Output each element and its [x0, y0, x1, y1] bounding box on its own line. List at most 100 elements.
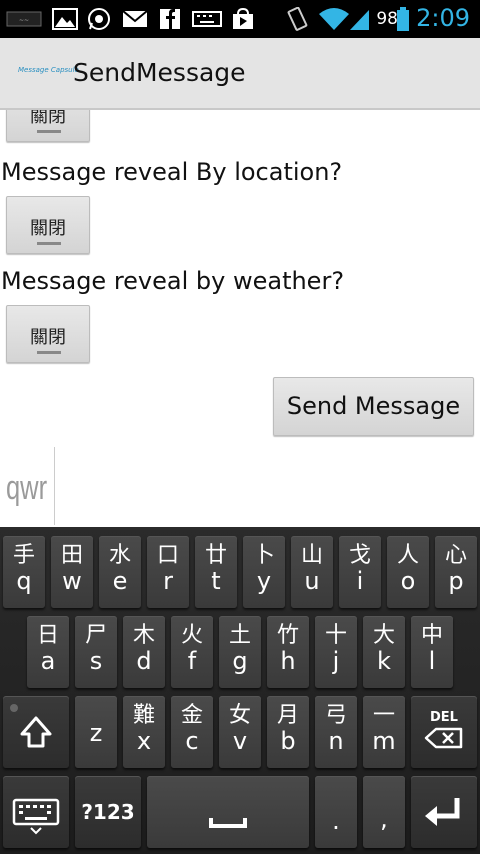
- gmail-icon: [122, 10, 148, 27]
- key-letter: t: [211, 567, 221, 595]
- enter-key[interactable]: [411, 776, 477, 848]
- key-q[interactable]: 手q: [3, 536, 45, 608]
- clock: 2:09: [416, 4, 470, 32]
- key-letter: a: [40, 647, 56, 675]
- delete-key[interactable]: DEL: [411, 696, 477, 768]
- key-radical: 十: [324, 623, 347, 648]
- facebook-icon: [160, 9, 180, 29]
- key-l[interactable]: 中l: [411, 616, 453, 688]
- weather-question: Message reveal by weather?: [1, 267, 345, 295]
- key-radical: 大: [372, 623, 395, 648]
- key-w[interactable]: 田w: [51, 536, 93, 608]
- key-letter: v: [232, 727, 248, 755]
- app-icon: ~~: [6, 11, 42, 27]
- period-key[interactable]: .: [315, 776, 357, 848]
- key-letter: u: [304, 567, 320, 595]
- key-radical: 戈: [348, 543, 371, 568]
- page-title: SendMessage: [73, 58, 246, 87]
- key-radical: 火: [180, 623, 203, 648]
- key-letter: f: [187, 647, 197, 675]
- key-letter: s: [89, 647, 103, 675]
- comma-label: ,: [380, 805, 388, 833]
- key-c[interactable]: 金c: [171, 696, 213, 768]
- key-v[interactable]: 女v: [219, 696, 261, 768]
- battery-icon: [397, 7, 409, 31]
- key-i[interactable]: 戈i: [339, 536, 381, 608]
- key-letter: g: [232, 647, 248, 675]
- key-letter: n: [328, 727, 344, 755]
- key-y[interactable]: 卜y: [243, 536, 285, 608]
- key-radical: 尸: [84, 623, 107, 648]
- key-b[interactable]: 月b: [267, 696, 309, 768]
- key-n[interactable]: 弓n: [315, 696, 357, 768]
- key-u[interactable]: 山u: [291, 536, 333, 608]
- key-letter: z: [89, 719, 103, 747]
- key-radical: 山: [300, 543, 323, 568]
- symbols-key[interactable]: ?123: [75, 776, 141, 848]
- soft-keyboard: 手q 田w 水e 口r 廿t 卜y 山u 戈i 人o 心p 日a 尸s 木d 火…: [0, 527, 480, 854]
- toggle-indicator: [37, 242, 61, 245]
- key-p[interactable]: 心p: [435, 536, 477, 608]
- keyboard-settings-key[interactable]: [3, 776, 69, 848]
- toggle-label: 關閉: [30, 218, 66, 239]
- image-icon: [52, 8, 78, 30]
- key-letter: e: [112, 567, 128, 595]
- key-m[interactable]: 一m: [363, 696, 405, 768]
- key-letter: k: [377, 647, 391, 675]
- signal-icon: [350, 10, 369, 30]
- space-icon: [209, 818, 247, 828]
- key-radical: 手: [12, 543, 35, 568]
- key-r[interactable]: 口r: [147, 536, 189, 608]
- key-letter: h: [280, 647, 296, 675]
- shift-key[interactable]: [3, 696, 69, 768]
- send-message-button[interactable]: Send Message: [273, 377, 474, 436]
- key-radical: 月: [276, 703, 299, 728]
- key-z[interactable]: z: [75, 696, 117, 768]
- whatsapp-icon: [88, 8, 110, 30]
- wifi-icon: [319, 8, 349, 30]
- key-k[interactable]: 大k: [363, 616, 405, 688]
- candidate-divider: [54, 447, 55, 525]
- play-store-icon: [233, 7, 253, 29]
- key-g[interactable]: 土g: [219, 616, 261, 688]
- key-letter: c: [185, 727, 199, 755]
- vibrate-icon: [287, 7, 308, 31]
- toggle-label: 關閉: [30, 327, 66, 348]
- candidate-word[interactable]: qwr: [6, 469, 47, 508]
- app-logo[interactable]: Message Capsule: [18, 66, 79, 74]
- key-e[interactable]: 水e: [99, 536, 141, 608]
- key-letter: i: [356, 567, 364, 595]
- toggle-button-partial[interactable]: 關閉: [6, 110, 90, 142]
- enter-icon: [425, 798, 460, 826]
- space-key[interactable]: [147, 776, 309, 848]
- key-radical: 水: [108, 543, 131, 568]
- comma-key[interactable]: ,: [363, 776, 405, 848]
- key-radical: 木: [132, 623, 155, 648]
- key-h[interactable]: 竹h: [267, 616, 309, 688]
- key-letter: y: [256, 567, 272, 595]
- toggle-label: 關閉: [30, 110, 66, 127]
- key-o[interactable]: 人o: [387, 536, 429, 608]
- key-radical: 土: [228, 623, 251, 648]
- key-radical: 女: [228, 703, 251, 728]
- weather-toggle-button[interactable]: 關閉: [6, 305, 90, 363]
- key-d[interactable]: 木d: [123, 616, 165, 688]
- key-radical: 一: [372, 703, 395, 728]
- key-letter: d: [136, 647, 152, 675]
- key-j[interactable]: 十j: [315, 616, 357, 688]
- candidate-strip: qwr: [0, 447, 480, 527]
- key-f[interactable]: 火f: [171, 616, 213, 688]
- key-radical: 金: [180, 703, 203, 728]
- key-radical: 口: [156, 543, 179, 568]
- key-t[interactable]: 廿t: [195, 536, 237, 608]
- status-bar: ~~ 98 2:09: [0, 0, 480, 38]
- key-radical: 竹: [276, 623, 299, 648]
- key-s[interactable]: 尸s: [75, 616, 117, 688]
- location-toggle-button[interactable]: 關閉: [6, 196, 90, 254]
- key-radical: 廿: [204, 543, 227, 568]
- key-radical: 日: [36, 623, 59, 648]
- key-x[interactable]: 難x: [123, 696, 165, 768]
- key-a[interactable]: 日a: [27, 616, 69, 688]
- toggle-indicator: [37, 130, 61, 133]
- main-content: 關閉 Message reveal By location? 關閉 Messag…: [0, 110, 480, 447]
